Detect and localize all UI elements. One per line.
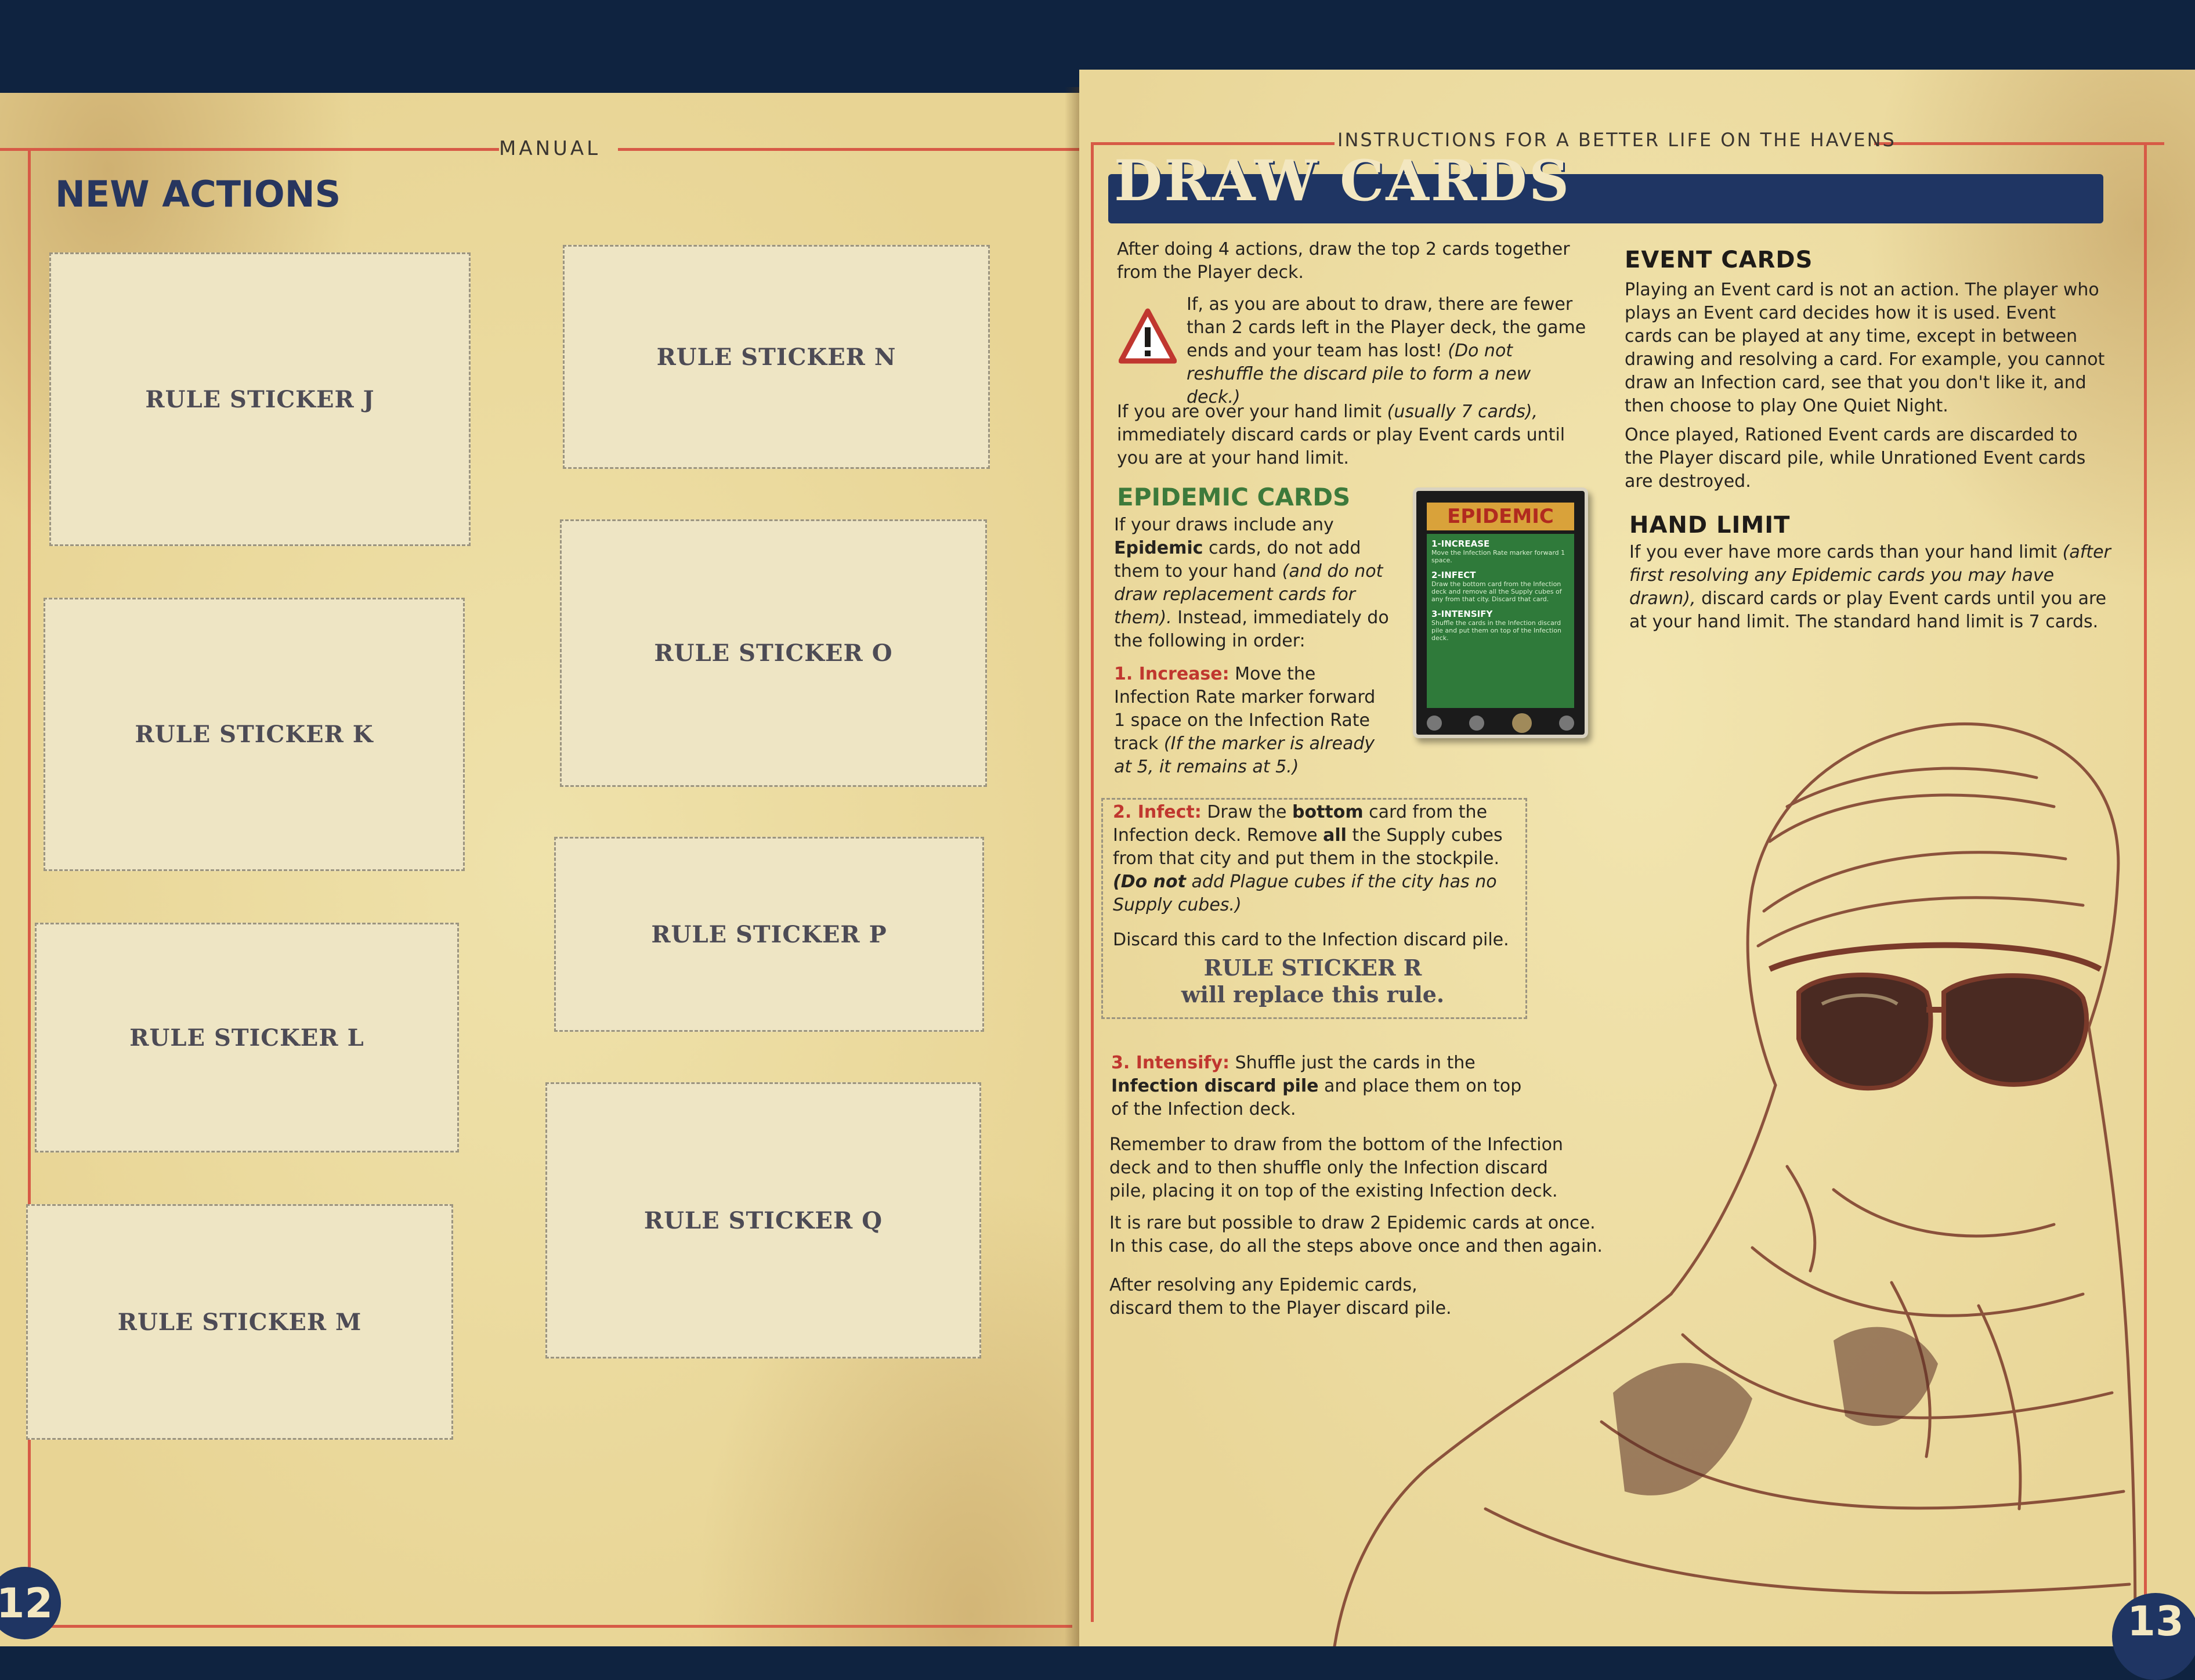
rule-sticker-q: RULE STICKER Q bbox=[545, 1082, 981, 1359]
page-title-draw-cards: DRAW CARDS bbox=[1114, 148, 1571, 214]
hand-limit-intro: If you are over your hand limit (usually… bbox=[1117, 400, 1575, 470]
warning-text: If, as you are about to draw, there are … bbox=[1187, 294, 1586, 361]
card-s1-title: 1-INCREASE bbox=[1431, 539, 1490, 549]
step-3-label: 3. Intensify: bbox=[1111, 1053, 1230, 1073]
right-page-border-top bbox=[1091, 142, 1335, 145]
hand-limit-p1-c: discard cards or play Event cards until … bbox=[1629, 588, 2107, 632]
epidemic-card-title: EPIDEMIC bbox=[1427, 503, 1574, 530]
card-s2-text: Draw the bottom card from the Infection … bbox=[1431, 580, 1562, 603]
step-1-label: 1. Increase: bbox=[1114, 664, 1230, 684]
rule-sticker-m: RULE STICKER M bbox=[26, 1204, 453, 1440]
left-running-head: MANUAL bbox=[499, 137, 601, 160]
card-s1-text: Move the Infection Rate marker forward 1… bbox=[1431, 549, 1565, 564]
hand-limit-intro-a: If you are over your hand limit bbox=[1117, 402, 1382, 422]
rule-sticker-n: RULE STICKER N bbox=[563, 245, 990, 469]
card-s2-title: 2-INFECT bbox=[1431, 570, 1476, 580]
masked-figure-illustration bbox=[1333, 722, 2137, 1646]
epidemic-p1-b: Epidemic bbox=[1114, 538, 1203, 558]
event-cards-heading: EVENT CARDS bbox=[1625, 247, 1813, 273]
page-title-new-actions: NEW ACTIONS bbox=[55, 173, 341, 215]
card-s3-title: 3-INTENSIFY bbox=[1431, 609, 1493, 619]
step-2-a: Draw the bbox=[1207, 802, 1287, 822]
rule-sticker-l: RULE STICKER L bbox=[35, 923, 459, 1152]
page-number-right: 13 bbox=[2112, 1593, 2195, 1680]
left-page-border-top bbox=[0, 148, 499, 151]
hand-limit-heading: HAND LIMIT bbox=[1629, 512, 1791, 539]
step-2-label: 2. Infect: bbox=[1113, 802, 1202, 822]
rule-sticker-j: RULE STICKER J bbox=[49, 252, 471, 546]
rule-sticker-o: RULE STICKER O bbox=[560, 519, 987, 787]
event-cards-p2: Once played, Rationed Event cards are di… bbox=[1625, 425, 2086, 492]
left-page-border-bottom bbox=[28, 1625, 1072, 1628]
rule-sticker-p: RULE STICKER P bbox=[554, 837, 984, 1032]
epidemic-cards-heading: EPIDEMIC CARDS bbox=[1117, 483, 1351, 511]
left-page-border-top-2 bbox=[618, 148, 1079, 151]
epidemic-paragraph: If your draws include any Epidemic cards… bbox=[1114, 514, 1395, 653]
right-page-border-left bbox=[1091, 142, 1094, 1622]
rule-sticker-k: RULE STICKER K bbox=[44, 598, 465, 871]
step-3-b: Infection discard pile bbox=[1111, 1076, 1319, 1096]
card-s3-text: Shuffle the cards in the Infection disca… bbox=[1431, 619, 1561, 642]
page-number-right-text: 13 bbox=[2127, 1598, 2184, 1645]
hand-limit-paragraph: If you ever have more cards than your ha… bbox=[1629, 541, 2111, 634]
intro-paragraph: After doing 4 actions, draw the top 2 ca… bbox=[1117, 239, 1570, 283]
hand-limit-intro-b: (usually 7 cards), bbox=[1387, 402, 1538, 422]
page-number-left-text: 12 bbox=[0, 1579, 53, 1627]
hand-limit-p1-a: If you ever have more cards than your ha… bbox=[1629, 542, 2057, 562]
event-cards-p1: Playing an Event card is not an action. … bbox=[1625, 280, 2105, 416]
right-page-border-top-2 bbox=[1874, 142, 2164, 145]
step-2-note-a: (Do not bbox=[1113, 872, 1186, 892]
hand-limit-intro-c: immediately discard cards or play Event … bbox=[1117, 425, 1565, 468]
warning-paragraph: If, as you are about to draw, there are … bbox=[1187, 293, 1587, 409]
epidemic-p1-a: If your draws include any bbox=[1114, 515, 1334, 535]
warning-triangle-icon bbox=[1119, 308, 1177, 364]
